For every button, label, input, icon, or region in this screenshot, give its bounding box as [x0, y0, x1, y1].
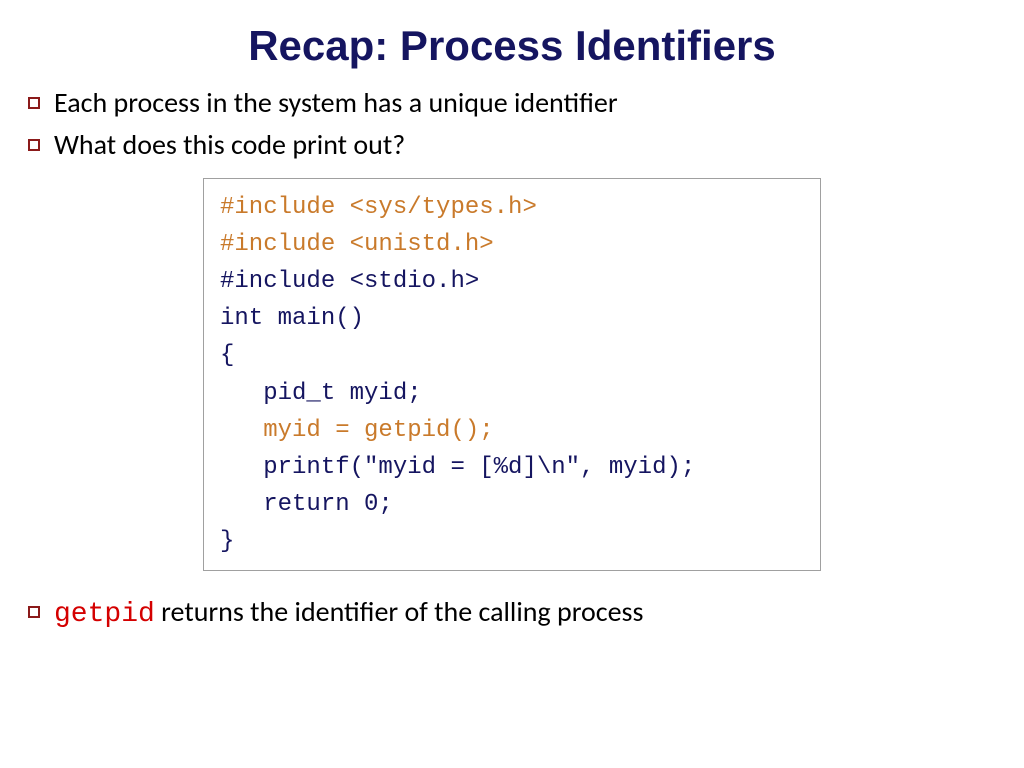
bullet-text: Each process in the system has a unique …: [54, 84, 618, 122]
bullet-list: Each process in the system has a unique …: [0, 84, 1024, 164]
bullet-item: What does this code print out?: [28, 126, 996, 164]
code-line: printf("myid = [%d]\n", myid);: [220, 449, 804, 486]
code-line: return 0;: [220, 486, 804, 523]
footer-bullet-list: getpid returns the identifier of the cal…: [0, 593, 1024, 634]
bullet-item: getpid returns the identifier of the cal…: [28, 593, 996, 634]
inline-code: getpid: [54, 599, 155, 630]
slide-title: Recap: Process Identifiers: [0, 0, 1024, 84]
bullet-square-icon: [28, 606, 40, 618]
code-block: #include <sys/types.h> #include <unistd.…: [203, 178, 821, 572]
code-line: {: [220, 337, 804, 374]
code-line: int main(): [220, 300, 804, 337]
code-line: #include <sys/types.h>: [220, 189, 804, 226]
code-line: pid_t myid;: [220, 375, 804, 412]
bullet-text: getpid returns the identifier of the cal…: [54, 593, 643, 634]
bullet-item: Each process in the system has a unique …: [28, 84, 996, 122]
bullet-text: What does this code print out?: [54, 126, 405, 164]
code-line: }: [220, 523, 804, 560]
code-line: #include <unistd.h>: [220, 226, 804, 263]
bullet-square-icon: [28, 139, 40, 151]
code-line: #include <stdio.h>: [220, 263, 804, 300]
footer-rest: returns the identifier of the calling pr…: [155, 594, 644, 629]
code-line: myid = getpid();: [220, 412, 804, 449]
bullet-square-icon: [28, 97, 40, 109]
